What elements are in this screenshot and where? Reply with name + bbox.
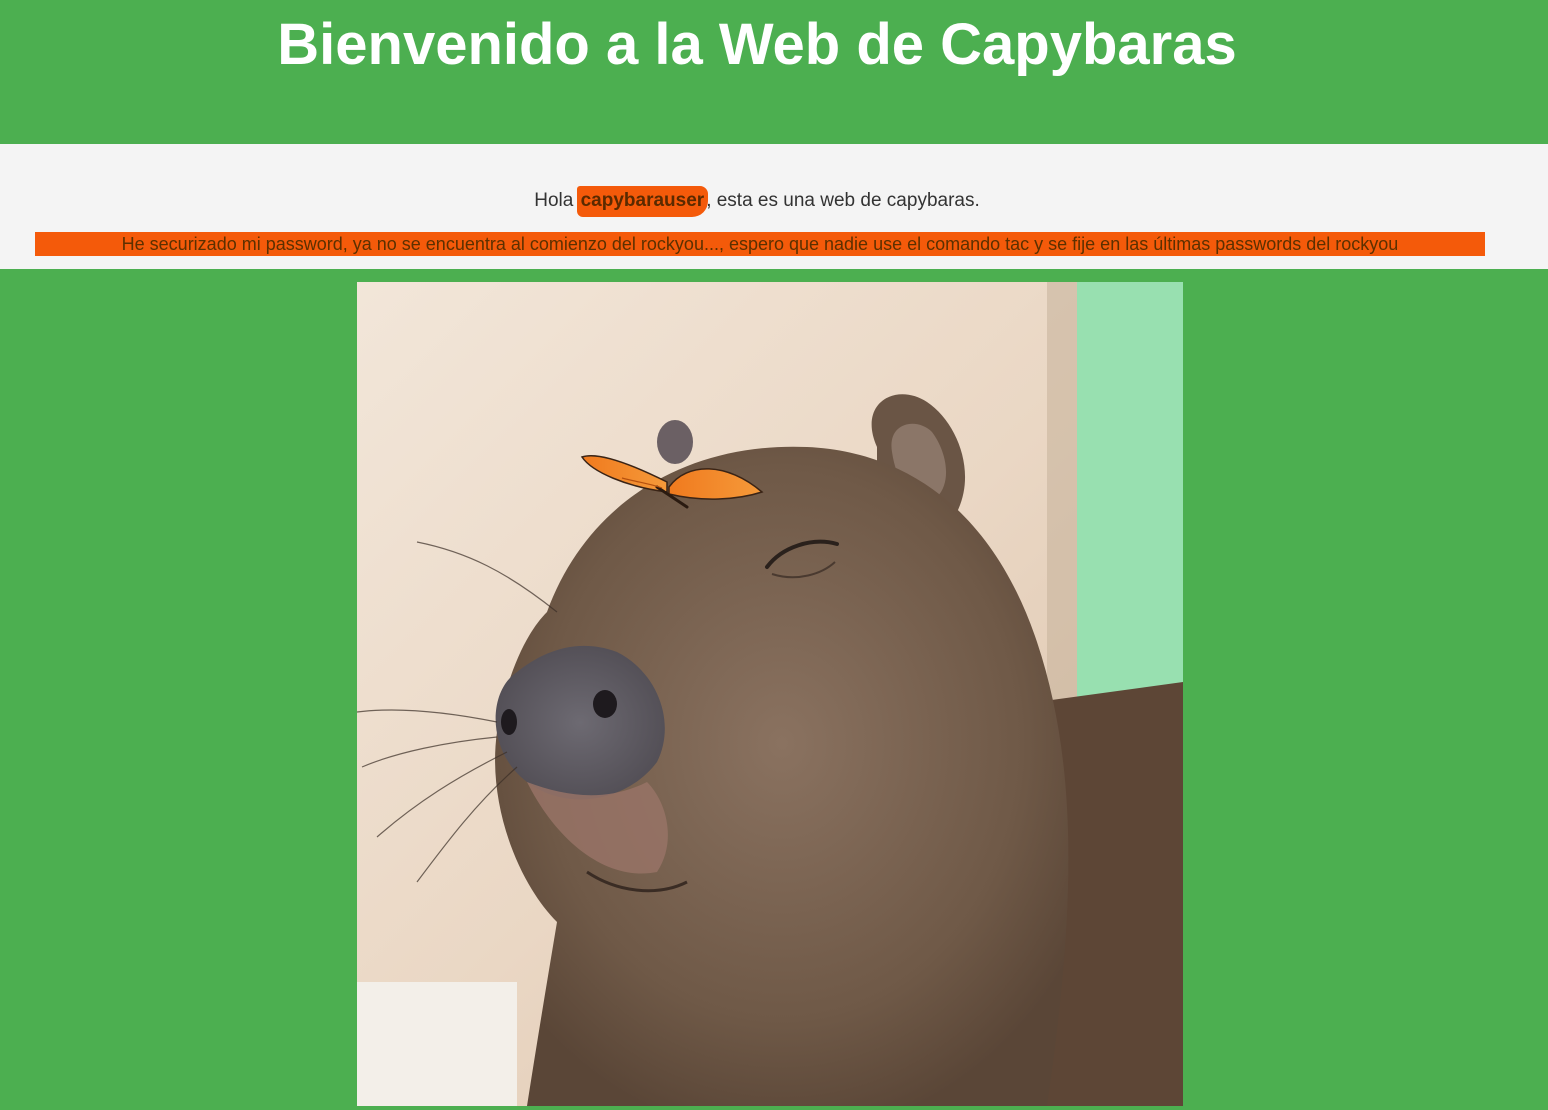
capybara-nose xyxy=(495,645,665,800)
greeting-suffix: , esta es una web de capybaras. xyxy=(706,190,980,211)
page-title: Bienvenido a la Web de Capybaras xyxy=(277,12,1237,77)
password-notice-text: He securizado mi password, ya no se encu… xyxy=(121,234,1399,254)
capybara-nostril-right xyxy=(593,690,617,718)
photo-green-wall xyxy=(1077,282,1183,702)
page-header: Bienvenido a la Web de Capybaras xyxy=(0,0,1548,144)
capybara-illustration xyxy=(357,282,1183,1106)
photo-floor xyxy=(357,982,517,1106)
capybara-ear-left xyxy=(657,420,693,464)
greeting-prefix: Hola xyxy=(534,190,579,211)
greeting-line: Hola capybarauser, esta es una web de ca… xyxy=(0,186,1514,217)
capybara-photo xyxy=(357,282,1183,1106)
password-notice: He securizado mi password, ya no se encu… xyxy=(35,232,1485,256)
capybara-nostril-left xyxy=(501,709,517,735)
username-highlight: capybarauser xyxy=(576,186,708,217)
photo-wall-edge xyxy=(1047,282,1077,702)
username: capybarauser xyxy=(580,190,705,211)
